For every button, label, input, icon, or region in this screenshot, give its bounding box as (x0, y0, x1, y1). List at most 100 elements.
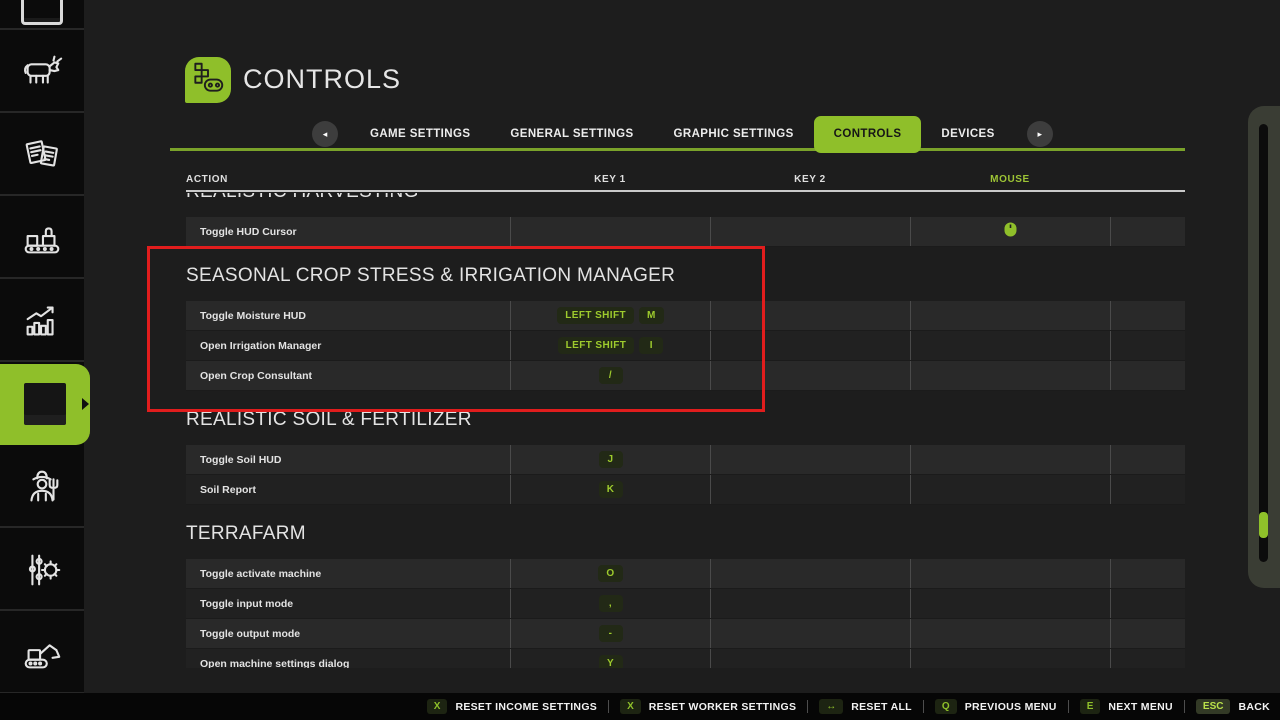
gamepad-cell[interactable] (1110, 475, 1184, 504)
animals-icon (19, 49, 65, 95)
section-rows: Toggle HUD Cursor (186, 217, 1185, 247)
footer-separator (1068, 700, 1069, 713)
key1-cell[interactable]: J (510, 445, 710, 474)
sidebar-item-production[interactable] (0, 198, 84, 279)
action-label: Open machine settings dialog (186, 658, 510, 669)
sidebar (0, 0, 84, 696)
section-title: TERRAFARM (186, 521, 1185, 547)
key-badge: M (639, 307, 664, 324)
key-badge: LEFT SHIFT (557, 307, 634, 324)
hotkey-badge: X (620, 699, 641, 714)
sidebar-item-mod[interactable] (0, 364, 90, 445)
key2-cell[interactable] (710, 619, 910, 648)
contracts-icon (19, 132, 65, 178)
hotkey-badge: X (427, 699, 448, 714)
key1-cell[interactable]: Y (510, 649, 710, 668)
mouse-icon (1004, 222, 1017, 242)
previous-menu-button[interactable]: QPREVIOUS MENU (935, 699, 1057, 714)
mouse-cell[interactable] (910, 475, 1110, 504)
sidebar-item-animals[interactable] (0, 32, 84, 113)
key1-cell[interactable]: LEFT SHIFTI (510, 331, 710, 360)
binding-row: Toggle output mode- (186, 619, 1185, 649)
key1-cell[interactable]: K (510, 475, 710, 504)
scrollbar-track[interactable] (1259, 124, 1268, 562)
key1-cell[interactable]: - (510, 619, 710, 648)
back-button[interactable]: ESCBACK (1196, 699, 1270, 714)
key-badge: I (639, 337, 663, 354)
gamepad-cell[interactable] (1110, 559, 1184, 588)
binding-row: Soil ReportK (186, 475, 1185, 505)
mouse-cell[interactable] (910, 361, 1110, 390)
key1-cell[interactable] (510, 217, 710, 246)
key2-cell[interactable] (710, 445, 910, 474)
tab-bar: ◂ GAME SETTINGSGENERAL SETTINGSGRAPHIC SE… (300, 115, 1065, 153)
tab-general-settings[interactable]: GENERAL SETTINGS (490, 116, 653, 152)
footer-separator (1184, 700, 1185, 713)
action-label: Toggle output mode (186, 628, 510, 640)
binding-row: Toggle HUD Cursor (186, 217, 1185, 247)
key-badge: , (599, 595, 623, 612)
gamepad-cell[interactable] (1110, 331, 1184, 360)
key2-cell[interactable] (710, 649, 910, 668)
gamepad-cell[interactable] (1110, 217, 1184, 246)
sidebar-item-statistics[interactable] (0, 281, 84, 362)
key2-cell[interactable] (710, 361, 910, 390)
tab-devices[interactable]: DEVICES (921, 116, 1014, 152)
binding-row: Open Irrigation ManagerLEFT SHIFTI (186, 331, 1185, 361)
key2-cell[interactable] (710, 589, 910, 618)
tabs-prev-button[interactable]: ◂ (312, 121, 338, 147)
gamepad-cell[interactable] (1110, 649, 1184, 668)
table-header-divider (186, 190, 1185, 192)
key2-cell[interactable] (710, 217, 910, 246)
binding-row: Toggle input mode, (186, 589, 1185, 619)
controls-list-viewport: REALISTIC HARVESTINGToggle HUD Cursor SE… (186, 193, 1185, 668)
key1-cell[interactable]: / (510, 361, 710, 390)
mouse-cell[interactable] (910, 559, 1110, 588)
farmer-icon (19, 464, 65, 510)
footer-separator (923, 700, 924, 713)
reset-worker-settings-button[interactable]: XRESET WORKER SETTINGS (620, 699, 796, 714)
active-item-arrow-icon (82, 398, 89, 410)
mouse-cell[interactable] (910, 217, 1110, 246)
key1-cell[interactable]: , (510, 589, 710, 618)
binding-row: Toggle Soil HUDJ (186, 445, 1185, 475)
sidebar-item-image-partial[interactable] (0, 0, 84, 30)
mouse-cell[interactable] (910, 649, 1110, 668)
tabs-next-button[interactable]: ▸ (1027, 121, 1053, 147)
key2-cell[interactable] (710, 559, 910, 588)
sidebar-item-farmer[interactable] (0, 447, 84, 528)
gamepad-cell[interactable] (1110, 445, 1184, 474)
gamepad-cell[interactable] (1110, 589, 1184, 618)
next-menu-button[interactable]: ENEXT MENU (1080, 699, 1173, 714)
scrollbar-thumb[interactable] (1259, 512, 1268, 538)
sidebar-item-excavator[interactable] (0, 613, 84, 694)
gamepad-cell[interactable] (1110, 619, 1184, 648)
action-label: Toggle Soil HUD (186, 454, 510, 466)
footer-button-label: PREVIOUS MENU (965, 701, 1057, 713)
reset-all-button[interactable]: ↔RESET ALL (819, 699, 912, 714)
key2-cell[interactable] (710, 331, 910, 360)
tab-game-settings[interactable]: GAME SETTINGS (350, 116, 490, 152)
mouse-cell[interactable] (910, 301, 1110, 330)
key1-cell[interactable]: O (510, 559, 710, 588)
sidebar-item-tuning[interactable] (0, 530, 84, 611)
gamepad-cell[interactable] (1110, 301, 1184, 330)
column-header-key2: KEY 2 (710, 174, 910, 185)
footer-separator (608, 700, 609, 713)
tab-controls[interactable]: CONTROLS (814, 116, 922, 153)
excavator-icon (19, 630, 65, 676)
mouse-cell[interactable] (910, 619, 1110, 648)
tab-graphic-settings[interactable]: GRAPHIC SETTINGS (654, 116, 814, 152)
key2-cell[interactable] (710, 475, 910, 504)
key1-cell[interactable]: LEFT SHIFT M (510, 301, 710, 330)
key2-cell[interactable] (710, 301, 910, 330)
key-badge: LEFT SHIFT (558, 337, 635, 354)
action-label: Toggle input mode (186, 598, 510, 610)
footer-button-label: BACK (1238, 701, 1270, 713)
reset-income-settings-button[interactable]: XRESET INCOME SETTINGS (427, 699, 597, 714)
mouse-cell[interactable] (910, 589, 1110, 618)
sidebar-item-contracts[interactable] (0, 115, 84, 196)
gamepad-cell[interactable] (1110, 361, 1184, 390)
mouse-cell[interactable] (910, 445, 1110, 474)
mouse-cell[interactable] (910, 331, 1110, 360)
